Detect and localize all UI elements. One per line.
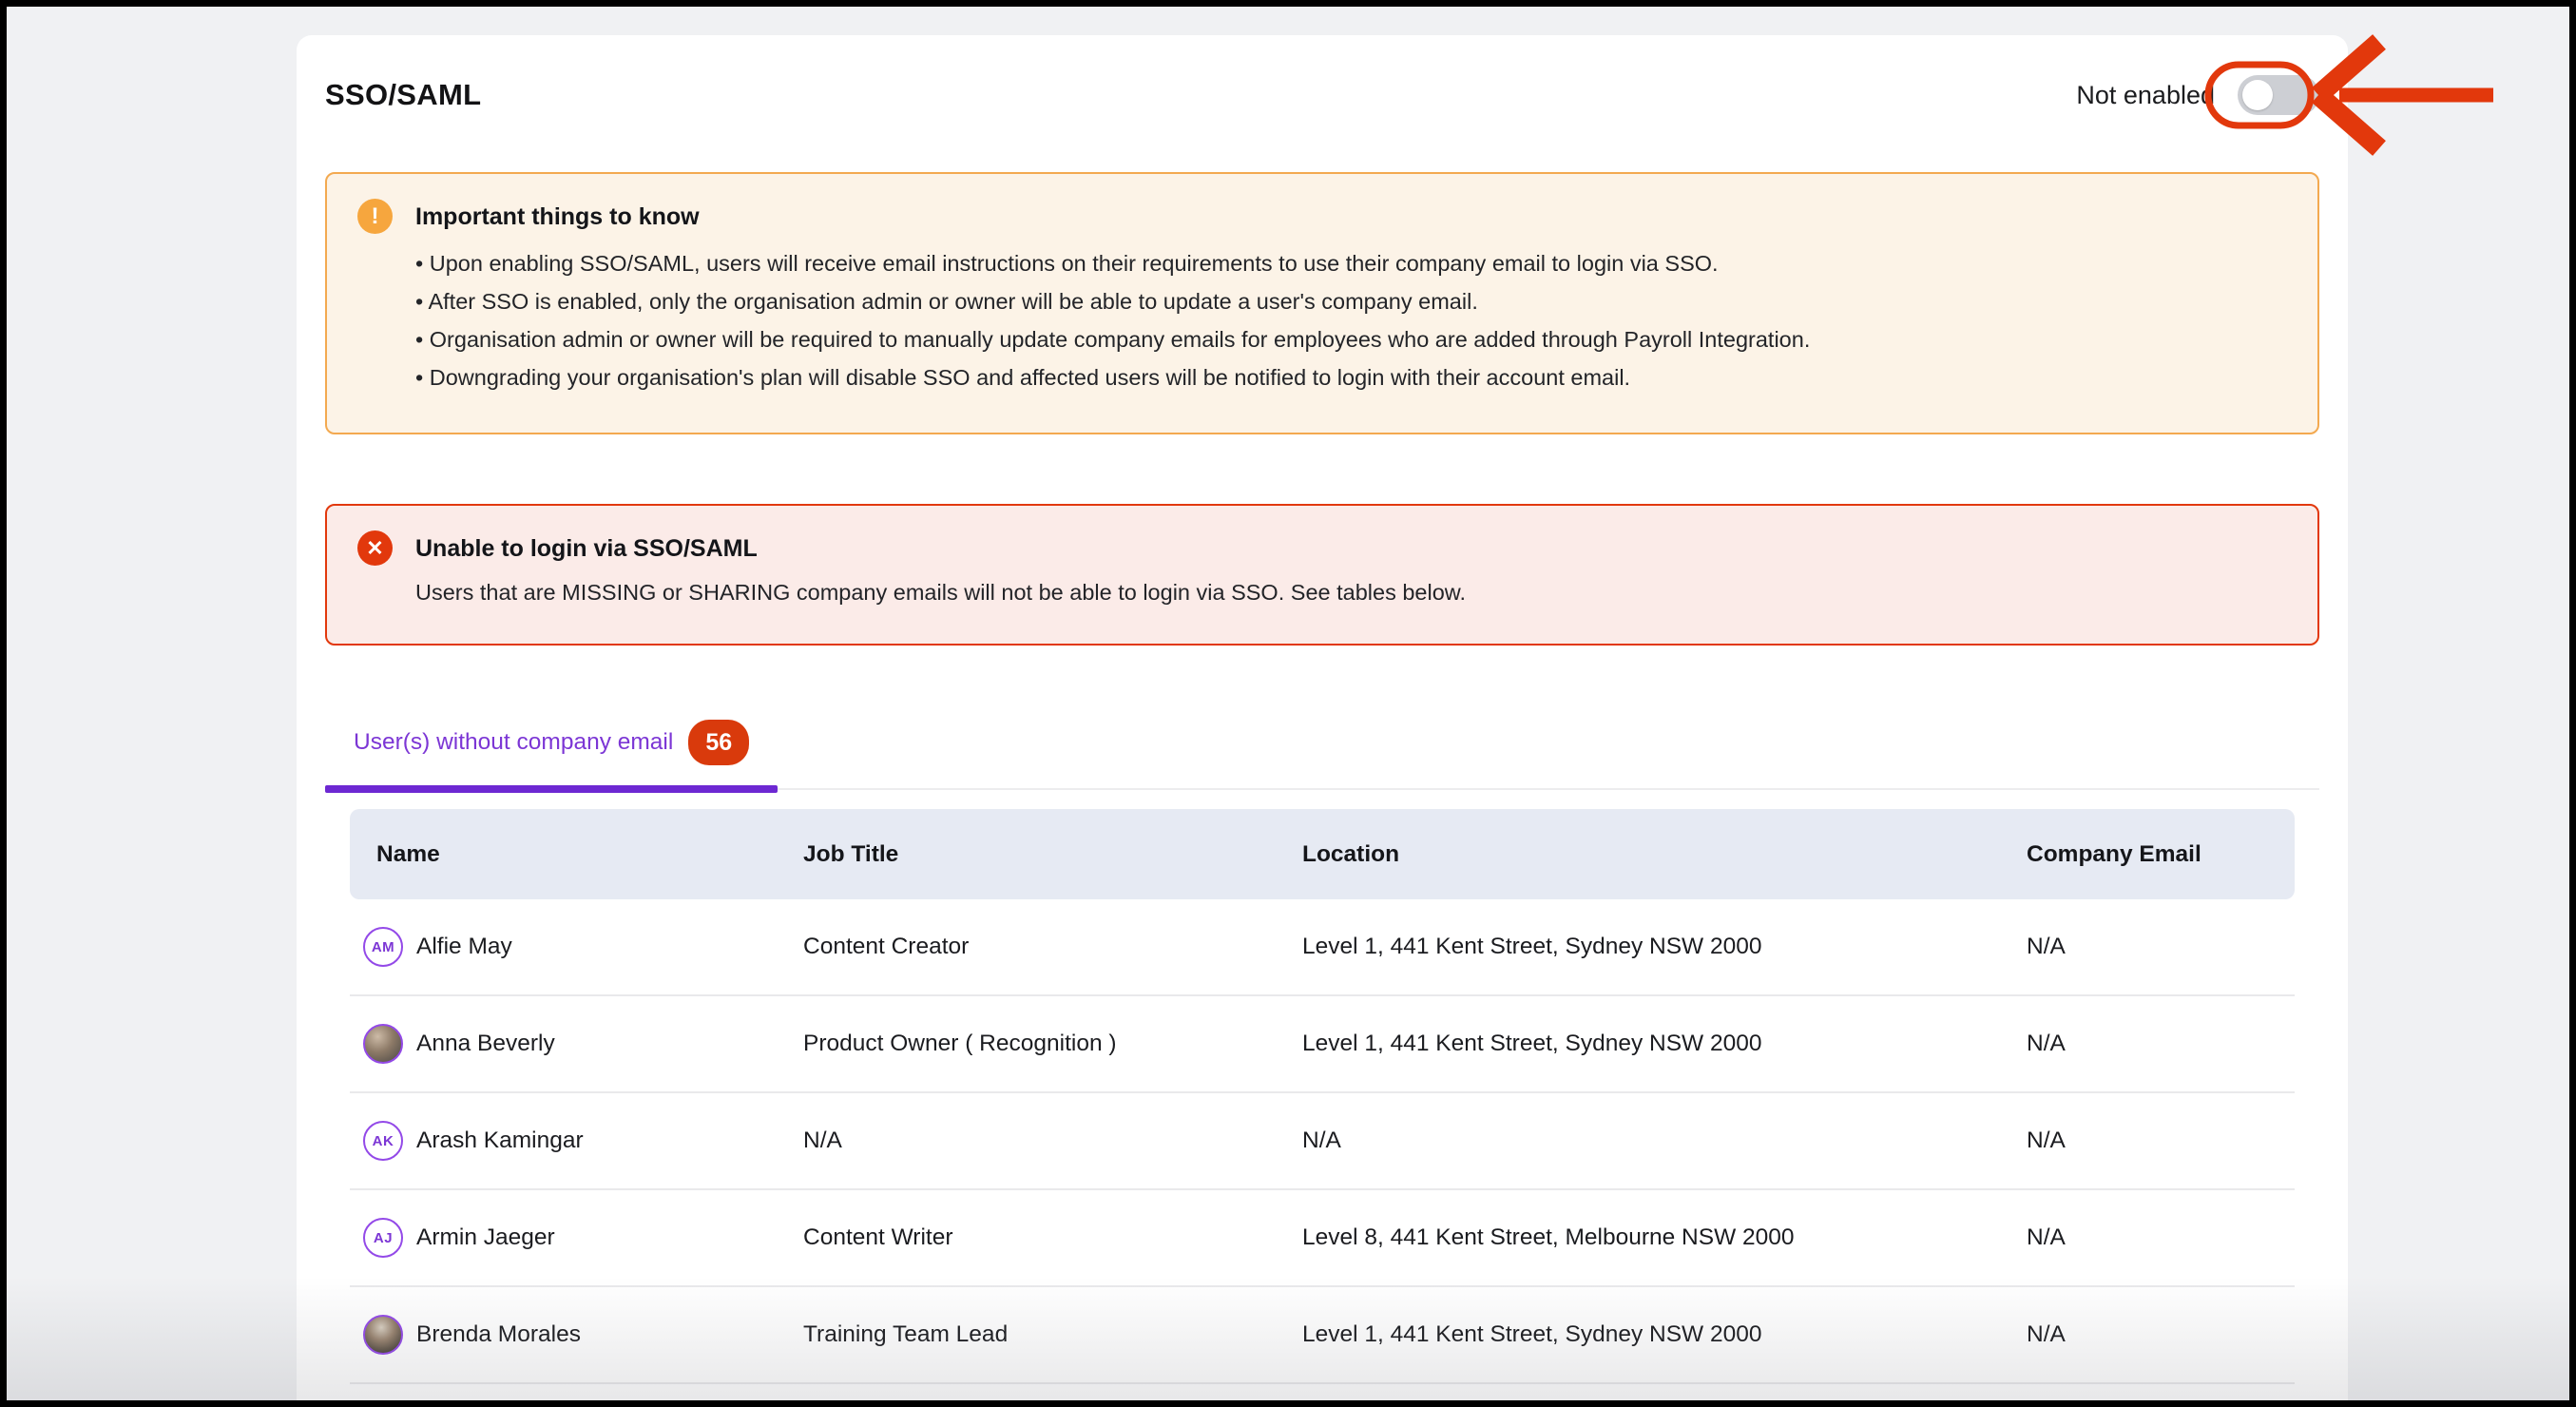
screenshot-frame: SSO/SAML Not enabled ! (0, 0, 2576, 1407)
company-email-cell: N/A (2027, 1031, 2295, 1057)
count-badge: 56 (688, 720, 749, 765)
user-name-cell: AJ Armin Jaeger (350, 1218, 803, 1258)
warning-bullet: Organisation admin or owner will be requ… (415, 320, 2289, 358)
sso-login-error-alert: ✕ Unable to login via SSO/SAML Users tha… (325, 504, 2319, 646)
company-email-cell: N/A (2027, 1321, 2295, 1348)
column-header-location: Location (1302, 841, 2027, 868)
sso-toggle-group: Not enabled (2076, 75, 2319, 115)
sso-saml-card: SSO/SAML Not enabled ! (297, 35, 2348, 1400)
table-row[interactable]: Brenda Morales Training Team Lead Level … (350, 1287, 2295, 1384)
location-cell: Level 8, 441 Kent Street, Melbourne NSW … (1302, 1224, 2027, 1251)
table-row[interactable]: AK Arash Kamingar N/A N/A N/A (350, 1093, 2295, 1190)
user-name: Brenda Morales (416, 1321, 581, 1348)
settings-page: SSO/SAML Not enabled ! (7, 7, 2569, 1400)
exclamation-circle-icon: ! (357, 199, 393, 234)
user-name: Armin Jaeger (416, 1224, 555, 1251)
x-circle-icon: ✕ (357, 530, 393, 566)
location-cell: N/A (1302, 1128, 2027, 1154)
warning-alert-title: Important things to know (415, 201, 2289, 233)
column-header-job-title: Job Title (803, 841, 1302, 868)
tab-bar: User(s) without company email 56 (325, 720, 2319, 790)
important-info-alert: ! Important things to know Upon enabling… (325, 172, 2319, 434)
avatar-photo (363, 1315, 403, 1355)
user-name-cell: Anna Beverly (350, 1024, 803, 1064)
avatar: AM (363, 927, 403, 967)
user-name-cell: Brenda Morales (350, 1315, 803, 1355)
card-header: SSO/SAML Not enabled (325, 67, 2319, 123)
warning-bullet: After SSO is enabled, only the organisat… (415, 282, 2289, 320)
sso-toggle[interactable] (2238, 75, 2319, 115)
user-name-cell: AM Alfie May (350, 927, 803, 967)
column-header-company-email: Company Email (2027, 841, 2295, 868)
warning-alert-body: Important things to know Upon enabling S… (415, 199, 2289, 396)
company-email-cell: N/A (2027, 934, 2295, 960)
job-title-cell: Training Team Lead (803, 1321, 1302, 1348)
job-title-cell: Content Writer (803, 1224, 1302, 1251)
user-name: Arash Kamingar (416, 1128, 584, 1154)
page-title: SSO/SAML (325, 78, 481, 112)
avatar-photo (363, 1024, 403, 1064)
user-name: Alfie May (416, 934, 512, 960)
table-header-row: Name Job Title Location Company Email (350, 809, 2295, 899)
toggle-status-label: Not enabled (2076, 81, 2215, 110)
warning-bullet-list: Upon enabling SSO/SAML, users will recei… (415, 244, 2289, 396)
warning-bullet: Upon enabling SSO/SAML, users will recei… (415, 244, 2289, 282)
user-name-cell: AK Arash Kamingar (350, 1121, 803, 1161)
table-row[interactable]: AJ Armin Jaeger Content Writer Level 8, … (350, 1190, 2295, 1287)
location-cell: Level 1, 441 Kent Street, Sydney NSW 200… (1302, 1031, 2027, 1057)
error-alert-description: Users that are MISSING or SHARING compan… (415, 576, 2289, 608)
tab-users-without-company-email[interactable]: User(s) without company email 56 (325, 720, 778, 788)
job-title-cell: N/A (803, 1128, 1302, 1154)
user-name: Anna Beverly (416, 1031, 555, 1057)
table-row[interactable]: AM Alfie May Content Creator Level 1, 44… (350, 899, 2295, 996)
warning-bullet: Downgrading your organisation's plan wil… (415, 358, 2289, 396)
location-cell: Level 1, 441 Kent Street, Sydney NSW 200… (1302, 934, 2027, 960)
job-title-cell: Content Creator (803, 934, 1302, 960)
error-alert-title: Unable to login via SSO/SAML (415, 532, 2289, 565)
column-header-name: Name (350, 841, 803, 868)
toggle-knob-icon (2242, 80, 2273, 110)
avatar: AJ (363, 1218, 403, 1258)
table-row[interactable]: Anna Beverly Product Owner ( Recognition… (350, 996, 2295, 1093)
tab-label: User(s) without company email (354, 729, 673, 756)
company-email-cell: N/A (2027, 1128, 2295, 1154)
company-email-cell: N/A (2027, 1224, 2295, 1251)
error-alert-body: Unable to login via SSO/SAML Users that … (415, 530, 2289, 608)
users-table: Name Job Title Location Company Email AM… (350, 809, 2295, 1384)
avatar: AK (363, 1121, 403, 1161)
job-title-cell: Product Owner ( Recognition ) (803, 1031, 1302, 1057)
location-cell: Level 1, 441 Kent Street, Sydney NSW 200… (1302, 1321, 2027, 1348)
